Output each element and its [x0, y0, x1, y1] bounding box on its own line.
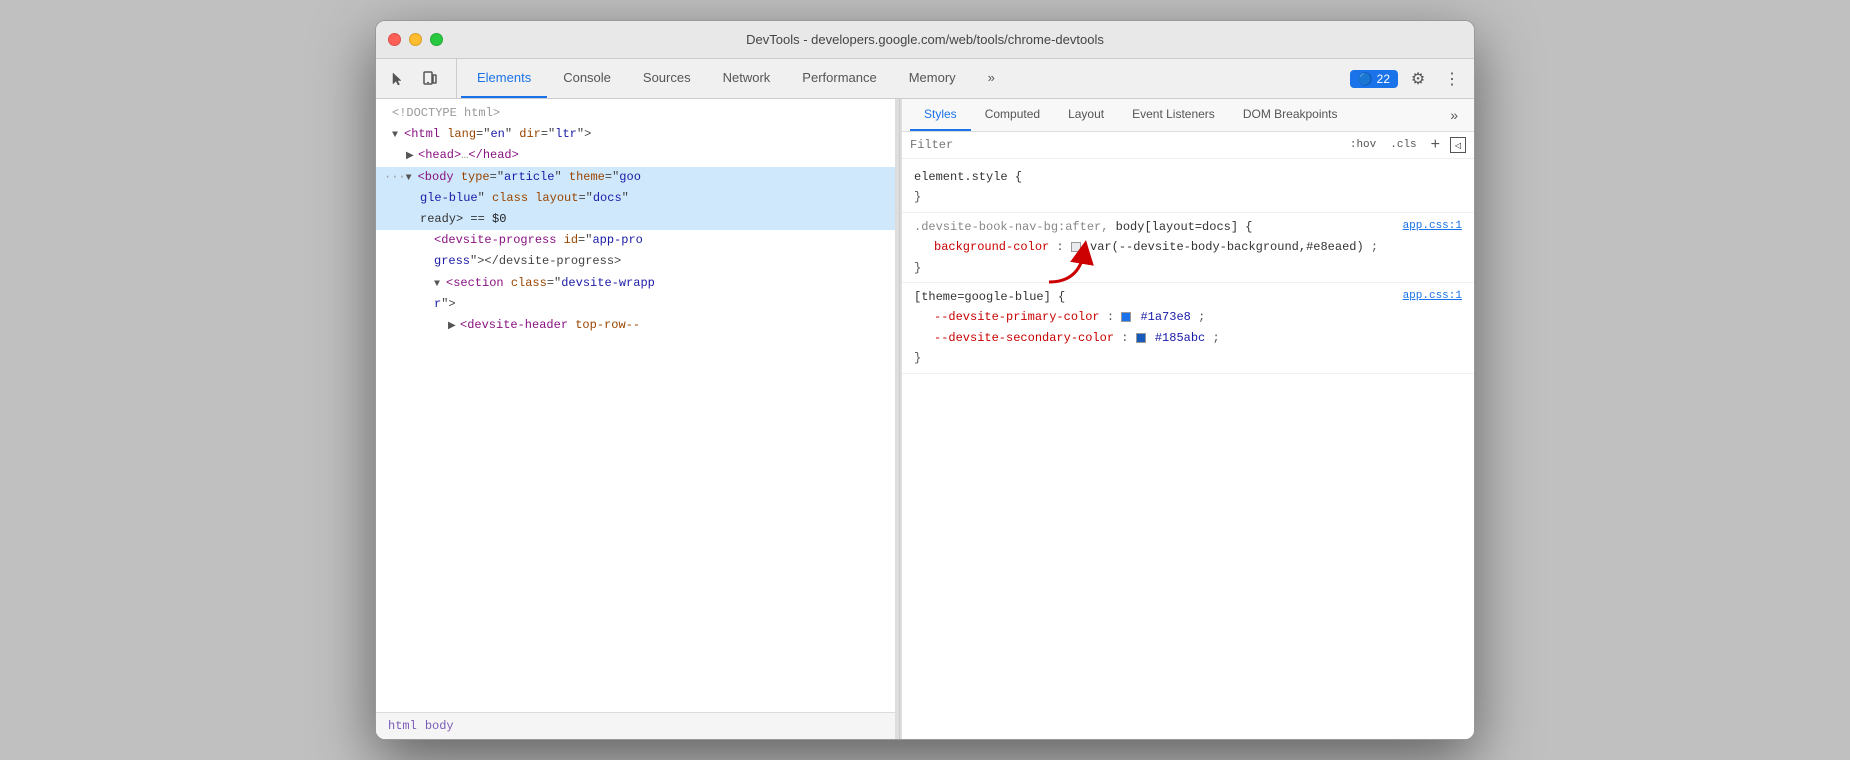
- traffic-lights: [388, 33, 443, 46]
- add-style-button[interactable]: +: [1427, 136, 1444, 154]
- dom-line-body-cont[interactable]: gle-blue" class layout="docs": [376, 188, 895, 209]
- triangle-header: [448, 319, 458, 335]
- devtools-tabs: Elements Console Sources Network Perform…: [461, 59, 1350, 98]
- tab-performance[interactable]: Performance: [786, 59, 892, 98]
- breadcrumb-body[interactable]: body: [425, 719, 454, 733]
- dom-line-progress[interactable]: <devsite-progress id="app-pro: [376, 230, 895, 251]
- css-rule-theme: app.css:1 [theme=google-blue] { --devsit…: [902, 283, 1474, 374]
- tab-console[interactable]: Console: [547, 59, 627, 98]
- hov-button[interactable]: :hov: [1346, 137, 1380, 153]
- dom-line-doctype[interactable]: <!DOCTYPE html>: [376, 103, 895, 124]
- dom-tree[interactable]: <!DOCTYPE html> <html lang="en" dir="ltr…: [376, 99, 895, 712]
- color-swatch-primary[interactable]: [1121, 312, 1131, 322]
- css-selector-theme: [theme=google-blue] {: [914, 290, 1065, 304]
- close-button[interactable]: [388, 33, 401, 46]
- tab-dom-breakpoints[interactable]: DOM Breakpoints: [1229, 99, 1352, 131]
- css-source-1[interactable]: app.css:1: [1403, 217, 1462, 236]
- dom-line-section[interactable]: <section class="devsite-wrapp: [376, 273, 895, 294]
- filter-bar: :hov .cls + ◁: [902, 132, 1474, 159]
- more-options-button[interactable]: ⋮: [1438, 65, 1466, 93]
- devtools-main: <!DOCTYPE html> <html lang="en" dir="ltr…: [376, 99, 1474, 739]
- tab-elements[interactable]: Elements: [461, 59, 547, 98]
- maximize-button[interactable]: [430, 33, 443, 46]
- toolbar-icons: [384, 59, 457, 98]
- toggle-sidebar-button[interactable]: ◁: [1450, 137, 1466, 153]
- toolbar-right: 🔵 22 ⚙ ⋮: [1350, 59, 1466, 98]
- tab-layout[interactable]: Layout: [1054, 99, 1118, 131]
- cursor-icon[interactable]: [384, 65, 412, 93]
- styles-tabs: Styles Computed Layout Event Listeners D…: [902, 99, 1474, 132]
- tab-memory[interactable]: Memory: [893, 59, 972, 98]
- tab-styles[interactable]: Styles: [910, 99, 971, 131]
- css-rule-nav-bg: app.css:1 .devsite-book-nav-bg:after, bo…: [902, 213, 1474, 283]
- notification-badge[interactable]: 🔵 22: [1350, 70, 1398, 88]
- css-source-2[interactable]: app.css:1: [1403, 287, 1462, 306]
- dom-panel: <!DOCTYPE html> <html lang="en" dir="ltr…: [376, 99, 896, 739]
- devtools-container: Elements Console Sources Network Perform…: [376, 59, 1474, 739]
- dom-line-body[interactable]: ···<body type="article" theme="goo: [376, 167, 895, 188]
- dom-line-section-cont[interactable]: r">: [376, 294, 895, 315]
- dom-breadcrumb: html body: [376, 712, 895, 739]
- styles-more-tabs[interactable]: »: [1442, 99, 1466, 131]
- tab-network[interactable]: Network: [707, 59, 787, 98]
- triangle-html: [392, 128, 402, 144]
- dom-line-progress-cont[interactable]: gress"></devsite-progress>: [376, 251, 895, 272]
- cls-button[interactable]: .cls: [1386, 137, 1420, 153]
- triangle-head: [406, 149, 416, 165]
- tab-sources[interactable]: Sources: [627, 59, 707, 98]
- settings-button[interactable]: ⚙: [1404, 65, 1432, 93]
- devtools-toolbar: Elements Console Sources Network Perform…: [376, 59, 1474, 99]
- tab-computed[interactable]: Computed: [971, 99, 1054, 131]
- devtools-window: DevTools - developers.google.com/web/too…: [375, 20, 1475, 740]
- css-selector-nav-bg: .devsite-book-nav-bg:after, body[layout=…: [914, 220, 1252, 234]
- color-swatch-bg[interactable]: [1071, 242, 1081, 252]
- dom-line-html[interactable]: <html lang="en" dir="ltr">: [376, 124, 895, 145]
- title-bar: DevTools - developers.google.com/web/too…: [376, 21, 1474, 59]
- triangle-body: [406, 171, 416, 187]
- breadcrumb-html[interactable]: html: [388, 719, 417, 733]
- dom-line-body-dollar[interactable]: ready> == $0: [376, 209, 895, 230]
- tab-more[interactable]: »: [972, 59, 1011, 98]
- styles-panel: Styles Computed Layout Event Listeners D…: [902, 99, 1474, 739]
- minimize-button[interactable]: [409, 33, 422, 46]
- styles-content[interactable]: element.style { } app.css:1 .devsite-boo…: [902, 159, 1474, 739]
- triangle-section: [434, 277, 444, 293]
- window-title: DevTools - developers.google.com/web/too…: [746, 32, 1104, 47]
- dom-line-head[interactable]: <head>…</head>: [376, 145, 895, 166]
- tab-event-listeners[interactable]: Event Listeners: [1118, 99, 1229, 131]
- filter-input[interactable]: [910, 138, 1338, 152]
- device-icon[interactable]: [416, 65, 444, 93]
- color-swatch-secondary[interactable]: [1136, 333, 1146, 343]
- css-selector-element-style: element.style {: [914, 170, 1022, 184]
- dom-line-header[interactable]: <devsite-header top-row--: [376, 315, 895, 336]
- css-rule-element-style: element.style { }: [902, 163, 1474, 213]
